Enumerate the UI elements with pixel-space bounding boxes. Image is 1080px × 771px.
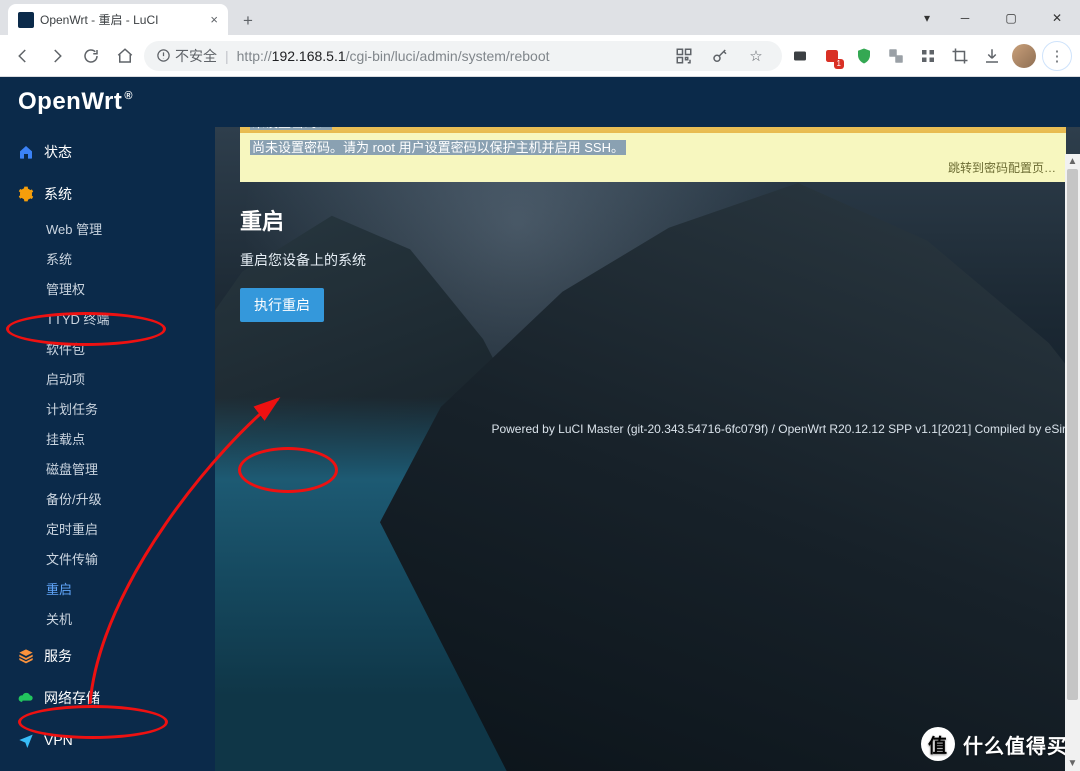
window-close-button[interactable]: [1034, 0, 1080, 35]
sidebar-subitem[interactable]: 启动项: [0, 365, 215, 395]
profile-avatar[interactable]: [1010, 41, 1038, 71]
watermark-badge: 值: [921, 727, 955, 761]
sidebar-subitem[interactable]: 关机: [0, 605, 215, 635]
perform-reboot-button[interactable]: 执行重启: [240, 288, 324, 322]
extension-icon-grid[interactable]: [914, 41, 942, 71]
tab-title: OpenWrt - 重启 - LuCI: [40, 11, 204, 28]
sidebar-subitem[interactable]: 备份/升级: [0, 485, 215, 515]
sidebar-subitem[interactable]: 重启: [0, 575, 215, 605]
home-button[interactable]: [110, 41, 140, 71]
sidebar-subitem[interactable]: 定时重启: [0, 515, 215, 545]
address-bar[interactable]: 不安全 | http://192.168.5.1/cgi-bin/luci/ad…: [144, 41, 782, 71]
browser-toolbar: 不安全 | http://192.168.5.1/cgi-bin/luci/ad…: [0, 35, 1080, 77]
reload-button[interactable]: [76, 41, 106, 71]
sidebar-item-services[interactable]: 服务: [0, 635, 215, 677]
qr-icon[interactable]: [670, 41, 698, 71]
sidebar-item-network[interactable]: 网络: [0, 761, 215, 771]
downloads-icon[interactable]: [978, 41, 1006, 71]
sidebar-item-label: 状态: [44, 142, 72, 162]
sidebar-item-label: VPN: [44, 732, 73, 748]
insecure-site-icon[interactable]: 不安全: [156, 46, 217, 66]
page-title: 重启: [240, 204, 1066, 236]
extension-icon-2[interactable]: [818, 41, 846, 71]
page-subtitle: 重启您设备上的系统: [240, 250, 1066, 270]
footer: Powered by LuCI Master (git-20.343.54716…: [240, 422, 1066, 436]
goto-password-link[interactable]: 跳转到密码配置页…: [948, 159, 1056, 176]
sidebar-subitem[interactable]: 磁盘管理: [0, 455, 215, 485]
sidebar-item-vpn[interactable]: VPN: [0, 719, 215, 761]
openwrt-logo[interactable]: OpenWrt®: [18, 88, 131, 116]
insecure-label: 不安全: [175, 46, 217, 66]
browser-tab[interactable]: OpenWrt - 重启 - LuCI ×: [8, 4, 228, 35]
watermark-text: 什么值得买: [963, 730, 1068, 759]
extension-icon-translate[interactable]: [882, 41, 910, 71]
sidebar-subitem[interactable]: 管理权: [0, 275, 215, 305]
window-minimize-button[interactable]: [942, 0, 988, 35]
window-maximize-button[interactable]: [988, 0, 1034, 35]
extension-icon-crop[interactable]: [946, 41, 974, 71]
watermark: 值 什么值得买: [921, 727, 1068, 761]
tab-overflow-icon[interactable]: [912, 0, 942, 35]
extension-icon-1[interactable]: [786, 41, 814, 71]
browser-tabstrip: OpenWrt - 重启 - LuCI × +: [0, 0, 1080, 35]
sidebar-item-label: 系统: [44, 184, 72, 204]
sidebar-subitem[interactable]: 计划任务: [0, 395, 215, 425]
sidebar-item-label: 网络存储: [44, 688, 100, 708]
sidebar-subitem[interactable]: TTYD 终端: [0, 305, 215, 335]
scrollbar[interactable]: ▲ ▼: [1065, 154, 1080, 771]
url-text: http://192.168.5.1/cgi-bin/luci/admin/sy…: [237, 48, 662, 64]
favicon: [18, 12, 34, 28]
bookmark-star-icon[interactable]: ☆: [742, 41, 770, 71]
new-tab-button[interactable]: +: [234, 7, 262, 35]
sidebar-subitem[interactable]: 软件包: [0, 335, 215, 365]
sidebar-subitem[interactable]: 挂载点: [0, 425, 215, 455]
window-controls: [912, 0, 1080, 35]
sidebar-item-label: 服务: [44, 646, 72, 666]
luci-header: OpenWrt®: [0, 77, 1080, 127]
sidebar-item-status[interactable]: 状态: [0, 131, 215, 173]
main-content: 未设置密码！ 尚未设置密码。请为 root 用户设置密码以保护主机并启用 SSH…: [240, 127, 1066, 322]
forward-button[interactable]: [42, 41, 72, 71]
chrome-menu-icon[interactable]: ⋮: [1042, 41, 1072, 71]
sidebar-item-system[interactable]: 系统: [0, 173, 215, 215]
scrollbar-up-icon[interactable]: ▲: [1065, 154, 1080, 169]
scrollbar-down-icon[interactable]: ▼: [1065, 756, 1080, 771]
sidebar-subitem[interactable]: 文件传输: [0, 545, 215, 575]
scrollbar-thumb[interactable]: [1067, 169, 1078, 700]
extension-icon-shield[interactable]: [850, 41, 878, 71]
key-icon[interactable]: [706, 41, 734, 71]
back-button[interactable]: [8, 41, 38, 71]
close-tab-icon[interactable]: ×: [210, 12, 218, 27]
sidebar-item-nas[interactable]: 网络存储: [0, 677, 215, 719]
sidebar: 状态 系统 Web 管理系统管理权TTYD 终端软件包启动项计划任务挂载点磁盘管…: [0, 127, 215, 771]
sidebar-subitem[interactable]: Web 管理: [0, 215, 215, 245]
sidebar-subitem[interactable]: 系统: [0, 245, 215, 275]
